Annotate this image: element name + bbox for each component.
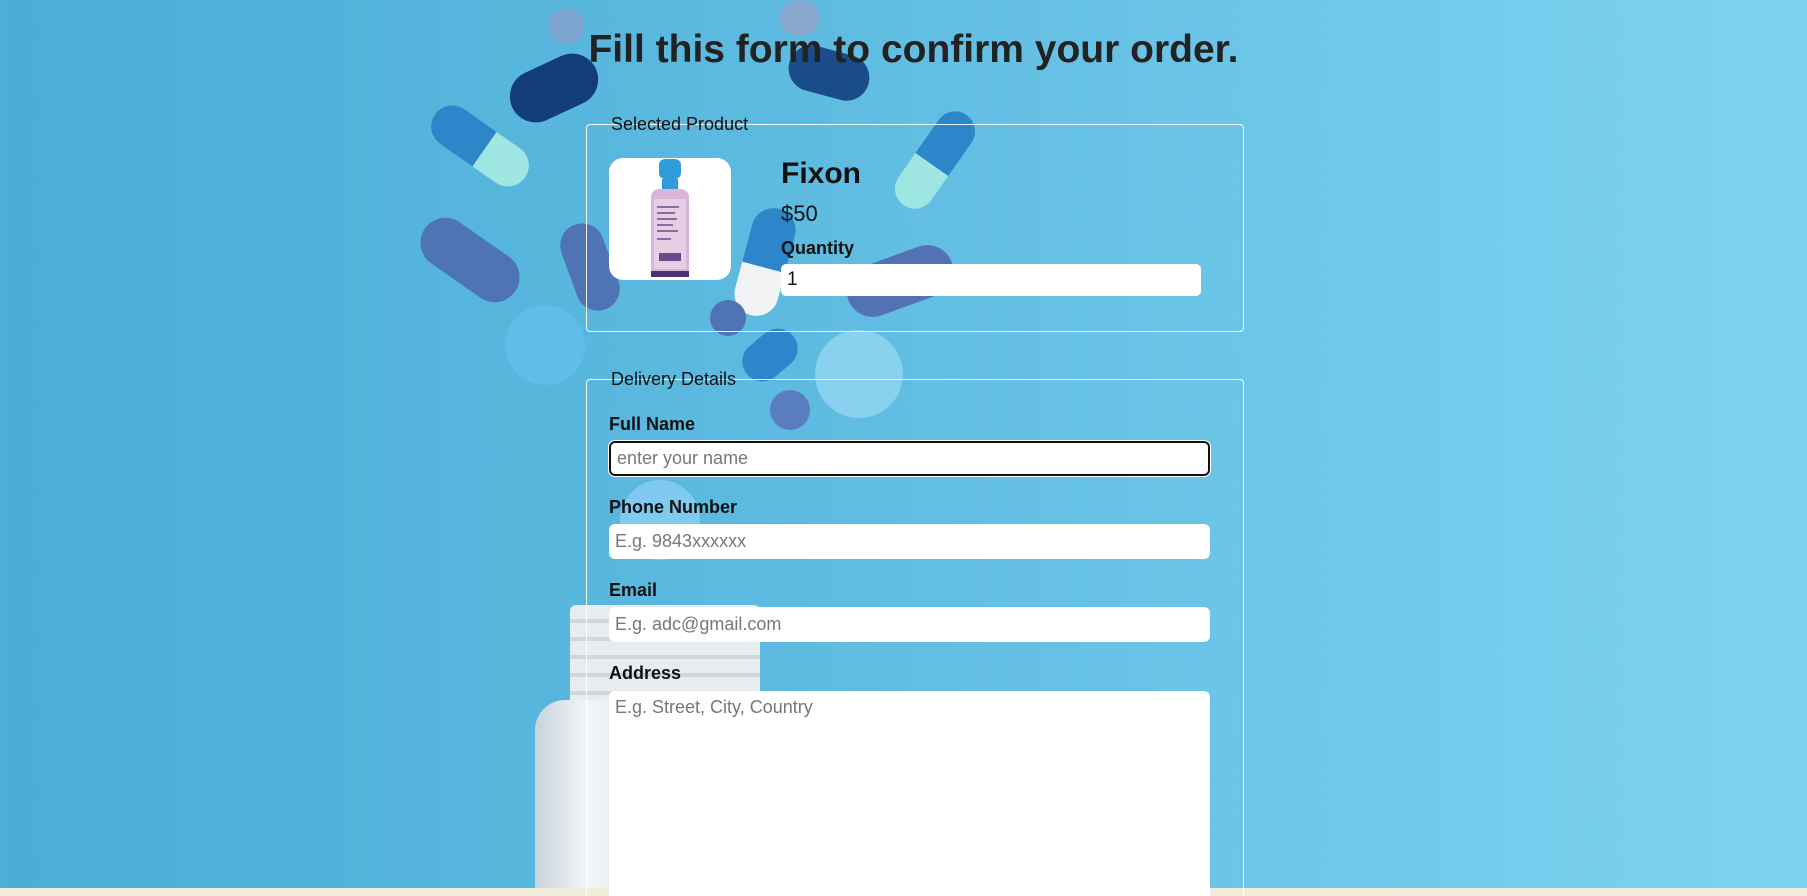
delivery-details-legend: Delivery Details	[611, 369, 737, 389]
product-image	[609, 158, 731, 280]
delivery-details-fieldset: Delivery Details Full Name Phone Number …	[586, 369, 1244, 896]
selected-product-fieldset: Selected Product Fixon $50 Quantity	[586, 114, 1244, 332]
full-name-input[interactable]	[608, 440, 1211, 477]
address-textarea[interactable]	[609, 691, 1210, 896]
address-label: Address	[609, 663, 682, 683]
email-input[interactable]	[609, 607, 1210, 642]
order-form-page: Fill this form to confirm your order. Se…	[0, 0, 1807, 896]
quantity-label: Quantity	[781, 238, 855, 258]
email-label: Email	[609, 580, 658, 600]
selected-product-legend: Selected Product	[611, 114, 749, 134]
medicine-bottle-icon	[651, 159, 689, 277]
product-name: Fixon	[781, 157, 861, 190]
full-name-label: Full Name	[609, 414, 696, 434]
product-price: $50	[781, 201, 818, 226]
page-title: Fill this form to confirm your order.	[588, 28, 1239, 71]
quantity-input[interactable]	[781, 264, 1201, 296]
phone-number-label: Phone Number	[609, 497, 738, 517]
phone-number-input[interactable]	[609, 524, 1210, 559]
